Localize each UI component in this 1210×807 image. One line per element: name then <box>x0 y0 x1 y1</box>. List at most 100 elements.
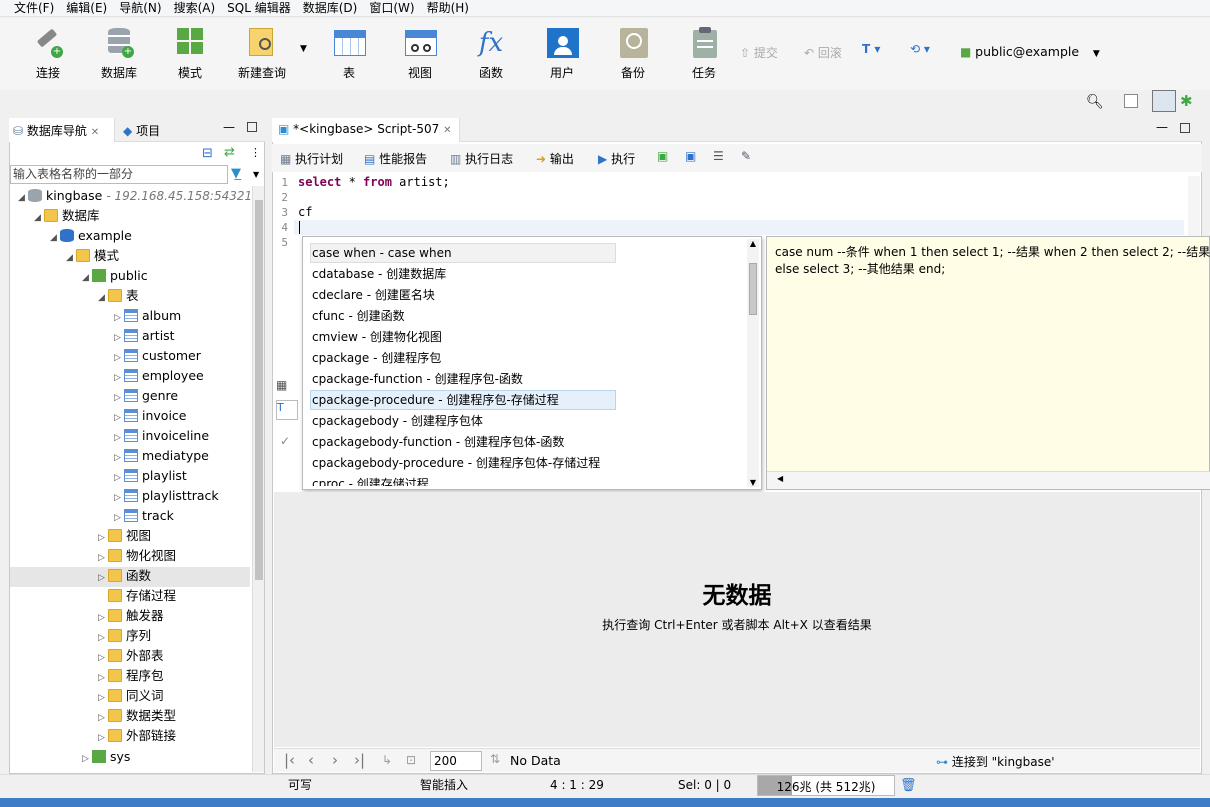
autocomplete-item[interactable]: cpackagebody-procedure - 创建程序包体-存储过程 <box>312 453 600 473</box>
tab-script-507[interactable]: ▣ *<kingbase> Script-507 ✕ <box>278 122 451 136</box>
tree-table-item[interactable]: ▷ playlist <box>114 466 187 486</box>
tree-folder-item[interactable]: ▷ 序列 <box>98 626 151 646</box>
next-page-icon[interactable]: › <box>332 751 338 769</box>
tree-table-item[interactable]: ▷ invoiceline <box>114 426 209 446</box>
preview-hscrollbar[interactable]: ◀ <box>767 471 1210 489</box>
fetch-all-icon[interactable]: ⊡ <box>406 753 416 767</box>
connection-dropdown-icon[interactable]: ▼ <box>1093 49 1100 59</box>
tree-table-item[interactable]: ▷ genre <box>114 386 178 406</box>
link-editor-icon[interactable]: ⇄ <box>224 145 235 160</box>
autocomplete-item[interactable]: cdeclare - 创建匿名块 <box>312 285 435 305</box>
tab-project[interactable]: ◆ 项目 <box>123 122 160 139</box>
layout-icon[interactable]: ☰ <box>713 149 724 163</box>
tree-folder-item[interactable]: ▷ 外部链接 <box>98 726 176 746</box>
performance-report-button[interactable]: ▤ 性能报告 <box>364 150 427 167</box>
menu-navigate[interactable]: 导航(N) <box>113 0 167 16</box>
table-button[interactable]: 表 <box>317 26 381 81</box>
close-icon[interactable]: ✕ <box>443 125 451 136</box>
tree-tables[interactable]: ◢ 表 <box>98 286 139 306</box>
autocomplete-item[interactable]: cdatabase - 创建数据库 <box>312 264 446 284</box>
execution-log-button[interactable]: ▥ 执行日志 <box>450 150 513 167</box>
menu-help[interactable]: 帮助(H) <box>421 0 475 16</box>
backup-button[interactable]: 备份 <box>601 26 665 81</box>
new-query-dropdown-icon[interactable]: ▼ <box>300 44 307 54</box>
open-perspective-icon[interactable] <box>1124 94 1138 108</box>
filter-icon[interactable]: ▼̲ <box>231 166 241 181</box>
menu-file[interactable]: 文件(F) <box>0 0 60 16</box>
tree-table-item[interactable]: ▷ mediatype <box>114 446 209 466</box>
tree-folder-item[interactable]: ▷ 程序包 <box>98 666 164 686</box>
user-button[interactable]: 用户 <box>530 26 594 81</box>
check-icon[interactable]: ✓ <box>280 434 290 448</box>
output-button[interactable]: ➜ 输出 <box>536 150 574 167</box>
tree-table-item[interactable]: ▷ track <box>114 506 174 526</box>
autocomplete-item-clipped[interactable]: cproc - 创建存储过程 <box>312 474 612 486</box>
autocomplete-scrollbar[interactable]: ▲ ▼ <box>747 239 759 487</box>
minimize-icon[interactable]: — <box>1156 120 1168 134</box>
results-tab-icon[interactable]: ▦ <box>276 378 298 394</box>
tree-schema-sys[interactable]: ▷ sys <box>82 747 130 767</box>
autocomplete-item[interactable]: cpackagebody-function - 创建程序包体-函数 <box>312 432 564 452</box>
connect-button[interactable]: + 连接 <box>16 26 80 81</box>
tab-database-navigator[interactable]: ⛁ 数据库导航 ✕ <box>13 122 99 139</box>
function-button[interactable]: fx 函数 <box>459 26 523 81</box>
tree-schemas[interactable]: ◢ 模式 <box>66 246 119 266</box>
view-menu-icon[interactable]: ⋮ <box>250 146 261 159</box>
transaction-mode-icon[interactable]: T ▾ <box>862 42 880 56</box>
autocomplete-item[interactable]: cpackage - 创建程序包 <box>312 348 441 368</box>
format-icon[interactable]: ▣ <box>657 149 668 163</box>
rollback-button[interactable]: ↶ 回滚 <box>804 44 842 61</box>
tree-table-item[interactable]: ▷ customer <box>114 346 201 366</box>
debug-perspective-icon[interactable]: ✱ <box>1180 92 1193 110</box>
tree-connection-kingbase[interactable]: ◢ kingbase - 192.168.45.158:54321 <box>18 186 252 206</box>
menu-window[interactable]: 窗口(W) <box>363 0 420 16</box>
fetch-next-icon[interactable]: ↳ <box>382 753 392 767</box>
menu-sql-editor[interactable]: SQL 编辑器 <box>221 0 297 16</box>
autocomplete-item[interactable]: cpackage-function - 创建程序包-函数 <box>312 369 523 389</box>
menu-database[interactable]: 数据库(D) <box>297 0 364 16</box>
tree-folder-item[interactable]: ▷ 视图 <box>98 526 151 546</box>
edit-icon[interactable]: ✎ <box>741 149 751 163</box>
tree-folder-item[interactable]: ▷ 触发器 <box>98 606 164 626</box>
autocomplete-item[interactable]: cpackagebody - 创建程序包体 <box>312 411 483 431</box>
database-button[interactable]: + 数据库 <box>87 26 151 81</box>
task-button[interactable]: 任务 <box>672 26 736 81</box>
tree-folder-item[interactable]: ▷ 物化视图 <box>98 546 176 566</box>
schema-button[interactable]: 模式 <box>158 26 222 81</box>
first-page-icon[interactable]: |‹ <box>284 751 295 769</box>
heap-status[interactable]: 126兆 (共 512兆) <box>757 775 895 796</box>
maximize-icon[interactable] <box>1180 123 1190 133</box>
menu-edit[interactable]: 编辑(E) <box>60 0 113 16</box>
code-line-3[interactable]: cf <box>298 205 312 220</box>
fetch-size-input[interactable]: 200 <box>430 751 482 771</box>
navigator-scrollbar[interactable] <box>252 186 264 772</box>
minimize-icon[interactable]: — <box>223 120 235 134</box>
explain-plan-button[interactable]: ▦ 执行计划 <box>280 150 343 167</box>
maximize-icon[interactable] <box>247 122 257 132</box>
tree-folder-item[interactable]: ▷ 外部表 <box>98 646 164 666</box>
connection-selector[interactable]: ■ public@example ▼ <box>960 44 1100 59</box>
tree-database-example[interactable]: ◢ example <box>50 226 132 246</box>
search-icon[interactable]: 🔍︎ <box>1086 94 1104 110</box>
code-line-1[interactable]: select * from artist; <box>298 175 450 190</box>
autocomplete-item[interactable]: cmview - 创建物化视图 <box>312 327 442 347</box>
tree-table-item[interactable]: ▷ album <box>114 306 181 326</box>
commit-button[interactable]: ⇧ 提交 <box>740 44 778 61</box>
tree-databases[interactable]: ◢ 数据库 <box>34 206 100 226</box>
new-query-button[interactable]: 新建查询 <box>230 26 294 81</box>
tree-table-item[interactable]: ▷ employee <box>114 366 204 386</box>
autocomplete-item[interactable]: case when - case when <box>312 243 452 263</box>
tree-folder-item[interactable]: ▷ 数据类型 <box>98 706 176 726</box>
prev-page-icon[interactable]: ‹ <box>308 751 314 769</box>
collapse-all-icon[interactable]: ⊟ <box>202 146 213 161</box>
close-icon[interactable]: ✕ <box>91 127 99 138</box>
refresh-icon[interactable]: ⇅ <box>490 752 500 766</box>
autocomplete-item[interactable]: cfunc - 创建函数 <box>312 306 405 326</box>
last-page-icon[interactable]: ›| <box>354 751 365 769</box>
editor-scrollbar[interactable] <box>1188 176 1200 236</box>
tree-table-item[interactable]: ▷ playlisttrack <box>114 486 219 506</box>
execute-button[interactable]: ▶ 执行 <box>598 150 635 167</box>
tree-folder-item[interactable]: 存储过程 <box>98 586 176 606</box>
menu-search[interactable]: 搜索(A) <box>168 0 222 16</box>
autocomplete-item[interactable]: cpackage-procedure - 创建程序包-存储过程 <box>312 390 559 410</box>
